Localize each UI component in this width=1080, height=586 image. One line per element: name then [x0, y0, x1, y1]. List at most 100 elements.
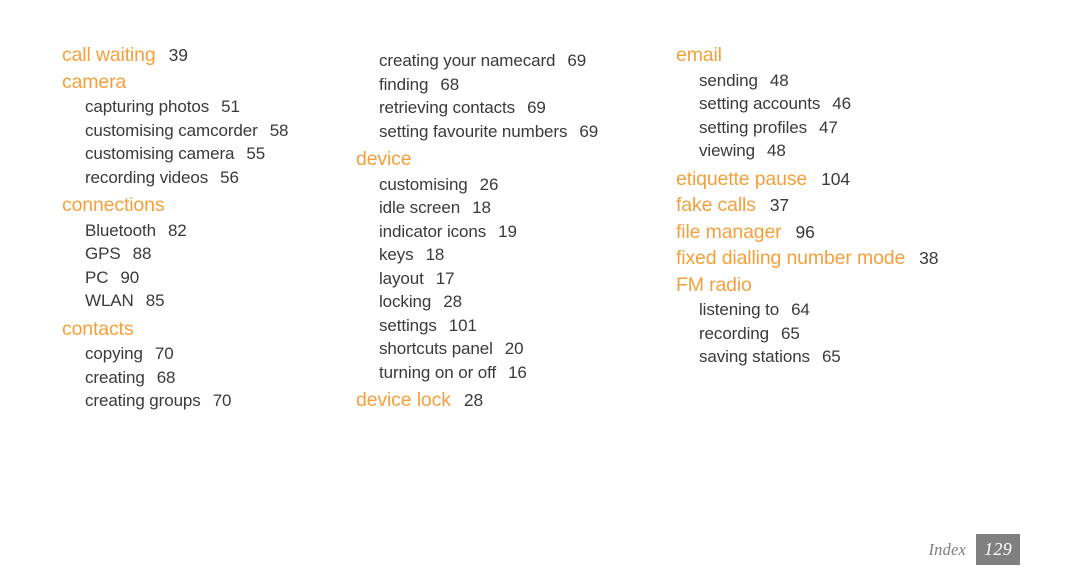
index-subitem-term: customising camera [85, 144, 235, 163]
index-subitem[interactable]: Bluetooth 82 [62, 219, 332, 243]
index-subitem-page-number: 47 [819, 117, 838, 137]
index-heading-term: contacts [62, 317, 134, 340]
index-subitem-term: idle screen [379, 198, 461, 217]
index-subitem-term: Bluetooth [85, 220, 156, 240]
index-subitem[interactable]: finding 68 [356, 73, 662, 97]
index-columns: call waiting 39 camera capturing photos 51 cu… [0, 44, 1080, 413]
index-heading-term: connections [62, 194, 165, 216]
index-subitem[interactable]: locking 28 [356, 290, 662, 314]
index-subitem-list: Bluetooth 82 GPS 88 PC 90 WLAN 85 [62, 219, 332, 313]
index-heading-term: file manager [676, 220, 782, 243]
index-subitem[interactable]: shortcuts panel 20 [356, 337, 662, 361]
index-heading-entry[interactable]: fake calls 37 [676, 195, 1080, 216]
index-heading-page-number: 96 [795, 221, 815, 242]
index-subitem[interactable]: saving stations 65 [676, 345, 1080, 369]
index-subitem-term: setting profiles [699, 117, 808, 137]
index-subitem[interactable]: PC 90 [62, 266, 332, 290]
index-heading-term: fixed dialling number mode [676, 247, 906, 269]
index-subitem[interactable]: recording videos 56 [62, 166, 332, 190]
index-subitem-term: copying [85, 344, 143, 363]
index-subitem-term: listening to [699, 300, 780, 319]
index-subitem-term: recording videos [85, 167, 209, 187]
index-subitem[interactable]: viewing 48 [676, 139, 1080, 163]
index-heading-entry[interactable]: call waiting 39 [62, 45, 332, 66]
index-subitem[interactable]: retrieving contacts 69 [356, 96, 662, 120]
index-subitem[interactable]: setting accounts 46 [676, 92, 1080, 116]
index-subitem[interactable]: copying 70 [62, 342, 332, 366]
index-subitem-term: setting accounts [699, 94, 821, 113]
index-subitem-term: creating your namecard [379, 51, 556, 70]
index-subitem-term: viewing [699, 141, 755, 160]
index-subitem[interactable]: creating groups 70 [62, 389, 332, 413]
index-subitem-list: creating your namecard 69 finding 68 retriev… [356, 49, 662, 143]
index-subitem[interactable]: customising camera 55 [62, 142, 332, 166]
index-subitem[interactable]: WLAN 85 [62, 289, 332, 313]
index-heading-term: FM radio [676, 273, 752, 296]
index-heading-term: etiquette pause [676, 167, 808, 190]
index-page: call waiting 39 camera capturing photos 51 cu… [0, 0, 1080, 586]
column-1: call waiting 39 camera capturing photos 51 cu… [0, 45, 332, 413]
index-subitem-page-number: 64 [791, 300, 810, 319]
index-subitem-page-number: 55 [246, 144, 266, 163]
index-heading-entry[interactable]: etiquette pause 104 [676, 167, 1080, 190]
index-heading-entry[interactable]: FM radio [676, 273, 1080, 296]
index-subitem-page-number: 65 [821, 347, 841, 366]
index-subitem[interactable]: turning on or off 16 [356, 361, 662, 385]
index-entry-group: email sending 48 setting accounts 46 setting … [676, 44, 1080, 163]
index-subitem-page-number: 69 [527, 98, 546, 117]
index-subitem[interactable]: setting profiles 47 [676, 116, 1080, 140]
index-heading-page-number: 37 [769, 195, 790, 215]
index-subitem[interactable]: idle screen 18 [356, 196, 662, 220]
index-heading-term: email [676, 44, 722, 66]
index-subitem-page-number: 16 [508, 362, 527, 382]
index-subitem-page-number: 51 [221, 97, 240, 116]
index-subitem-list: listening to 64 recording 65 saving stations… [676, 298, 1080, 369]
footer-page-number: 129 [976, 534, 1020, 565]
footer-section-label: Index [928, 539, 967, 559]
index-subitem[interactable]: layout 17 [356, 267, 662, 291]
index-subitem[interactable]: GPS 88 [62, 242, 332, 266]
index-subitem-page-number: 19 [498, 221, 517, 241]
index-subitem-page-number: 28 [443, 292, 462, 311]
index-heading-entry[interactable]: device lock 28 [356, 390, 662, 411]
index-subitem-page-number: 68 [156, 367, 176, 387]
index-subitem[interactable]: customising 26 [356, 173, 662, 197]
index-subitem-term: creating groups [85, 391, 201, 410]
index-subitem[interactable]: listening to 64 [676, 298, 1080, 322]
index-subitem-list: capturing photos 51 customising camcorder 5… [62, 95, 332, 189]
index-subitem-term: capturing photos [85, 97, 210, 116]
index-entry-group: fake calls 37 [676, 195, 1080, 216]
index-heading-page-number: 104 [821, 168, 851, 189]
index-subitem[interactable]: keys 18 [356, 243, 662, 267]
index-subitem-term: saving stations [699, 347, 810, 366]
index-heading-entry[interactable]: connections [62, 194, 332, 216]
index-heading-entry[interactable]: device [356, 149, 662, 170]
index-heading-term: camera [62, 70, 127, 93]
index-subitem-term: PC [85, 267, 109, 287]
index-subitem[interactable]: setting favourite numbers 69 [356, 120, 662, 144]
index-heading-entry[interactable]: contacts [62, 317, 332, 340]
index-heading-entry[interactable]: fixed dialling number mode 38 [676, 247, 1080, 269]
index-heading-entry[interactable]: email [676, 44, 1080, 66]
index-subitem-page-number: 26 [479, 174, 499, 194]
index-subitem-page-number: 85 [145, 291, 165, 310]
index-subitem-term: settings [379, 315, 437, 335]
index-subitem-page-number: 48 [769, 70, 789, 90]
index-entry-group: FM radio listening to 64 recording 65 saving … [676, 273, 1080, 369]
index-subitem[interactable]: recording 65 [676, 322, 1080, 346]
index-subitem[interactable]: capturing photos 51 [62, 95, 332, 119]
index-subitem[interactable]: creating your namecard 69 [356, 49, 662, 73]
index-subitem[interactable]: settings 101 [356, 314, 662, 338]
index-subitem-term: locking [379, 292, 432, 311]
index-subitem[interactable]: indicator icons 19 [356, 220, 662, 244]
index-subitem-page-number: 88 [132, 244, 152, 263]
index-subitem-term: customising camcorder [85, 120, 258, 140]
index-subitem-page-number: 48 [767, 141, 786, 160]
index-subitem[interactable]: customising camcorder 58 [62, 119, 332, 143]
index-subitem[interactable]: creating 68 [62, 366, 332, 390]
index-heading-entry[interactable]: file manager 96 [676, 220, 1080, 243]
index-heading-entry[interactable]: camera [62, 70, 332, 93]
index-subitem-page-number: 82 [167, 220, 187, 240]
index-subitem-list: copying 70 creating 68 creating groups 70 [62, 342, 332, 413]
index-subitem[interactable]: sending 48 [676, 69, 1080, 93]
